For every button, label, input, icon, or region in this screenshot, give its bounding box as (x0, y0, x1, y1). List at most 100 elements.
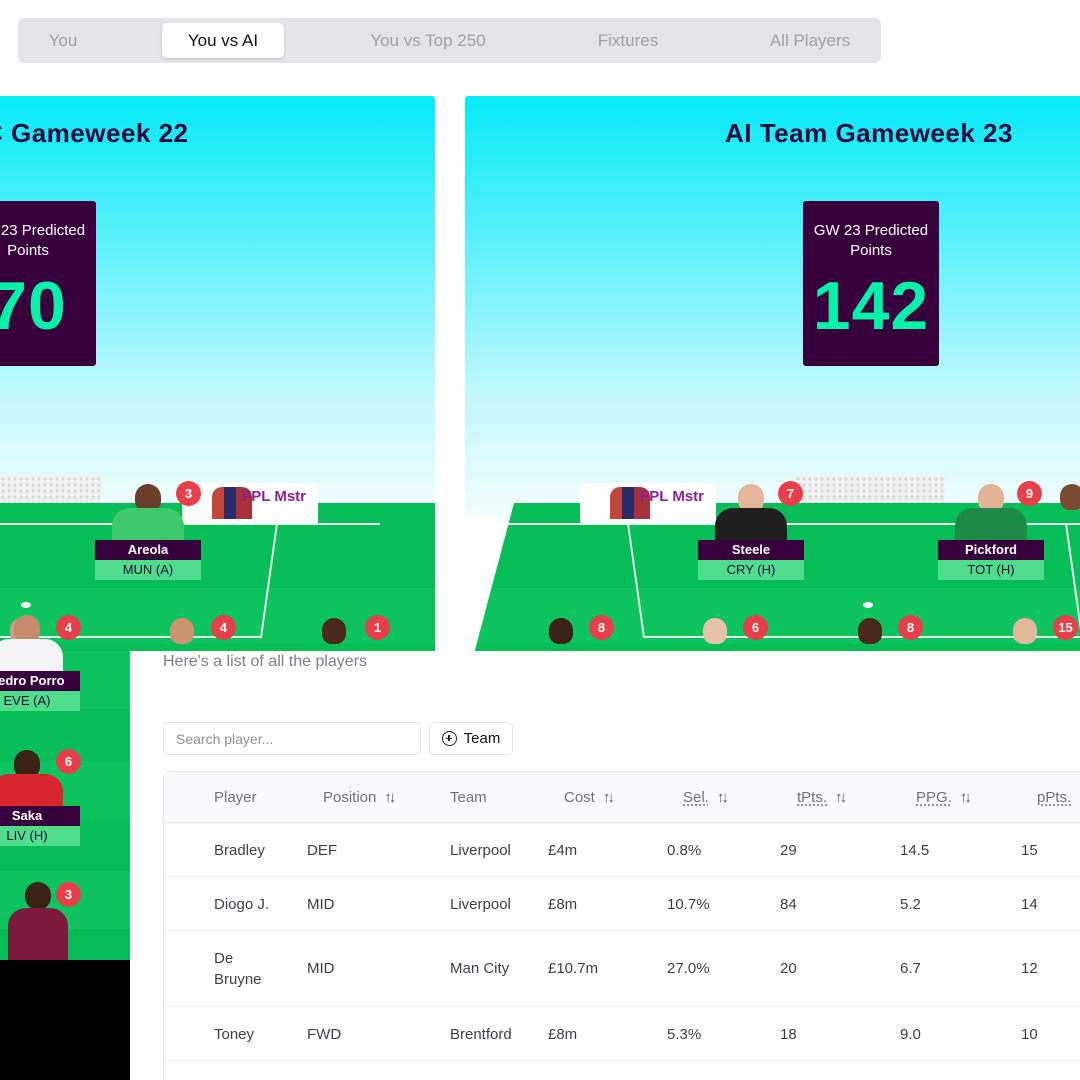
team-filter-button[interactable]: Team (429, 722, 513, 755)
points-badge: 6 (743, 615, 768, 640)
player-fixture: LIV (H) (0, 826, 80, 846)
tab-you[interactable]: You (18, 23, 108, 58)
points-badge: 9 (1017, 481, 1042, 506)
sponsor-board: FPL Mstr (580, 483, 716, 523)
tab-you-vs-ai[interactable]: You vs AI (162, 23, 284, 58)
panel-title: AI Team Gameweek 23 (725, 118, 1013, 148)
app-root: You You vs AI You vs Top 250 Fixtures Al… (0, 0, 1080, 1080)
player-fixture: TOT (H) (938, 560, 1044, 580)
cell-ppg: 6.7 (900, 960, 921, 977)
player-card-defender[interactable]: Pedro Porro EVE (A) (0, 615, 80, 711)
cell-position: MID (307, 896, 335, 913)
players-table: Player Position ↑↓ Team Cost ↑↓ Sel. ↑↓ tPt… (163, 771, 1080, 1080)
cell-total-points: 29 (780, 842, 797, 859)
players-list-card: Here's a list of all the players Team Pl… (130, 651, 1080, 1080)
cell-team: Brentford (450, 1026, 512, 1043)
cell-predicted-points: 15 (1021, 842, 1038, 859)
cell-team: Man City (450, 960, 510, 977)
goal-net (795, 476, 945, 504)
predicted-points-label: GW 23 Predicted Points (0, 222, 86, 259)
table-row[interactable]: Diogo J. MID Liverpool £8m 10.7% 84 5.2 … (164, 877, 1080, 931)
predicted-points-box: GW 23 Predicted Points 142 (803, 201, 939, 366)
cell-selected: 10.7% (667, 896, 710, 913)
column-header-predicted-points[interactable]: pPts.↑↓ (1037, 772, 1080, 823)
player-fixture: MUN (A) (95, 560, 201, 580)
cell-cost: £10.7m (548, 960, 599, 977)
cell-cost: £4m (548, 842, 578, 859)
cell-cost: £8m (548, 1026, 578, 1043)
points-badge: 1 (365, 615, 390, 640)
cell-player: Bradley (214, 842, 265, 859)
tab-you-vs-top-250[interactable]: You vs Top 250 (348, 23, 508, 58)
player-fixture: EVE (A) (0, 691, 80, 711)
panel-title: C Gameweek 22 (0, 118, 189, 148)
cell-team: Liverpool (450, 896, 511, 913)
player-head (703, 618, 727, 644)
sort-icon[interactable]: ↑↓ (603, 772, 615, 823)
player-name: Pedro Porro (0, 671, 80, 691)
cell-predicted-points: 10 (1021, 1026, 1038, 1043)
player-fixture: CRY (H) (698, 560, 804, 580)
predicted-points-box: GW 23 Predicted Points 70 (0, 201, 96, 366)
team-filter-label: Team (463, 730, 501, 747)
cell-total-points: 84 (780, 896, 797, 913)
player-head (858, 618, 882, 644)
table-row[interactable]: De Bruyne MID Man City £10.7m 27.0% 20 6… (164, 931, 1080, 1007)
cell-total-points: 18 (780, 1026, 797, 1043)
points-badge: 4 (211, 615, 236, 640)
column-header-ppg[interactable]: PPG. ↑↓ (916, 772, 972, 823)
column-header-selected[interactable]: Sel. ↑↓ (683, 772, 729, 823)
tab-fixtures[interactable]: Fixtures (578, 23, 678, 58)
sort-icon[interactable]: ↑↓ (835, 772, 847, 823)
player-head (1060, 484, 1080, 510)
table-row[interactable]: Bradley DEF Liverpool £4m 0.8% 29 14.5 1… (164, 823, 1080, 877)
player-card-partial (8, 882, 68, 960)
player-name: Areola (95, 540, 201, 560)
cell-player: Toney (214, 1026, 255, 1043)
predicted-points-value: 70 (0, 268, 67, 344)
points-badge: 15 (1053, 615, 1078, 640)
cell-predicted-points: 14 (1021, 896, 1038, 913)
player-head (1013, 618, 1037, 644)
column-header-player[interactable]: Player (214, 772, 257, 823)
cell-position: DEF (307, 842, 337, 859)
column-header-total-points[interactable]: tPts. ↑↓ (797, 772, 847, 823)
sort-icon[interactable]: ↑↓ (384, 772, 396, 823)
table-row[interactable] (164, 1061, 1080, 1080)
cell-selected: 27.0% (667, 960, 710, 977)
table-header: Player Position ↑↓ Team Cost ↑↓ Sel. ↑↓ tPt… (164, 772, 1080, 823)
sponsor-text: FPL Mstr (640, 488, 704, 505)
cell-cost: £8m (548, 896, 578, 913)
plus-circle-icon (441, 731, 457, 746)
cell-predicted-points: 12 (1021, 960, 1038, 977)
points-badge: 7 (778, 481, 803, 506)
sort-icon[interactable]: ↑↓ (717, 772, 729, 823)
cell-selected: 5.3% (667, 1026, 702, 1043)
cell-ppg: 5.2 (900, 896, 921, 913)
sponsor-text: FPL Mstr (242, 488, 306, 505)
column-header-team[interactable]: Team (450, 772, 487, 823)
column-header-cost[interactable]: Cost ↑↓ (564, 772, 615, 823)
player-head (322, 618, 346, 644)
column-header-position[interactable]: Position ↑↓ (323, 772, 396, 823)
card-subtitle: Here's a list of all the players (163, 653, 368, 670)
cell-team: Liverpool (450, 842, 511, 859)
points-badge: 8 (589, 615, 614, 640)
goal-net (0, 476, 100, 504)
cell-total-points: 20 (780, 960, 797, 977)
player-name: Steele (698, 540, 804, 560)
player-shirt (0, 615, 69, 671)
cell-player: Diogo J. (214, 896, 270, 913)
cell-ppg: 14.5 (900, 842, 930, 859)
player-name: Saka (0, 806, 80, 826)
cell-ppg: 9.0 (900, 1026, 921, 1043)
black-region (0, 960, 130, 1080)
penalty-spot (21, 602, 31, 608)
sponsor-board: FPL Mstr (182, 483, 318, 523)
tab-all-players[interactable]: All Players (748, 23, 872, 58)
search-input[interactable] (163, 722, 421, 755)
sort-icon[interactable]: ↑↓ (960, 772, 972, 823)
points-badge: 3 (176, 481, 201, 506)
points-badge: 8 (898, 615, 923, 640)
table-row[interactable]: Toney FWD Brentford £8m 5.3% 18 9.0 10 (164, 1007, 1080, 1061)
